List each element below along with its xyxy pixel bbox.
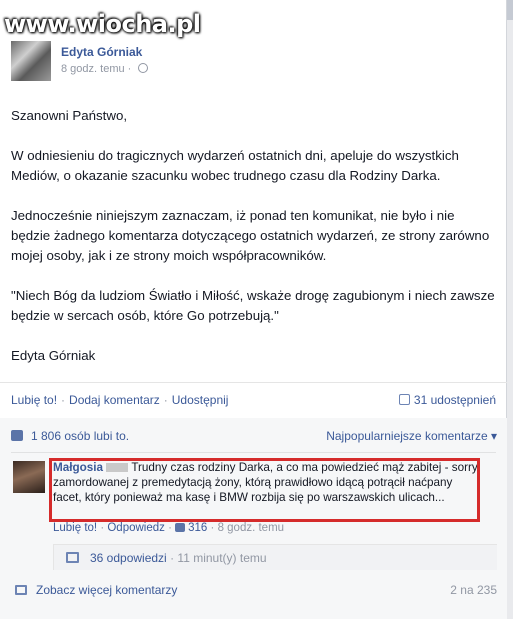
- thumbs-up-icon: [175, 523, 186, 532]
- post-body: Szanowni Państwo, W odniesieniu do tragi…: [11, 106, 496, 386]
- comments-section: 1 806 osób lubi to. Najpopularniejsze ko…: [0, 418, 507, 619]
- thumbs-up-icon: [11, 430, 23, 441]
- action-separator: ·: [163, 393, 168, 407]
- replies-time: 11 minut(y) temu: [177, 551, 267, 565]
- view-more-label: Zobacz więcej komentarzy: [36, 583, 178, 597]
- shares-count-label: 31 udostępnień: [413, 393, 496, 407]
- reply-icon: [66, 552, 79, 563]
- comments-count: 2 na 235: [450, 583, 497, 597]
- comment-like-link[interactable]: Lubię to!: [53, 522, 97, 534]
- post-paragraph: "Niech Bóg da ludziom Światło i Miłość, …: [11, 288, 495, 323]
- share-link[interactable]: Udostępnij: [172, 393, 229, 407]
- meta-separator: ·: [127, 63, 135, 75]
- watermark-logo: www.wiocha.pl: [4, 10, 201, 38]
- globe-icon[interactable]: [138, 63, 149, 73]
- post-paragraph: Jednocześnie niniejszym zaznaczam, iż po…: [11, 208, 490, 263]
- post-card: Edyta Górniak 8 godz. temu · Szanowni Pa…: [0, 0, 507, 619]
- replies-count: 36 odpowiedzi: [90, 551, 167, 565]
- commenter-avatar[interactable]: [13, 461, 45, 493]
- comment-time[interactable]: 8 godz. temu: [218, 522, 284, 534]
- post-signature: Edyta Górniak: [11, 348, 96, 363]
- author-avatar[interactable]: [11, 41, 51, 81]
- meta-separator: ·: [210, 522, 218, 534]
- shares-count[interactable]: 31 udostępnień: [398, 393, 496, 407]
- comment-meta: Lubię to! · Odpowiedz · 316 · 8 godz. te…: [53, 522, 284, 534]
- post-paragraph: W odniesieniu do tragicznych wydarzeń os…: [11, 148, 459, 183]
- post-actions: Lubię to! · Dodaj komentarz · Udostępnij: [11, 393, 228, 407]
- likes-text: 1 806 osób lubi to.: [31, 429, 130, 443]
- comment-likes[interactable]: 316: [175, 522, 207, 534]
- share-icon: [398, 394, 410, 405]
- comment-link[interactable]: Dodaj komentarz: [69, 393, 160, 407]
- replies-toggle[interactable]: 36 odpowiedzi · 11 minut(y) temu: [53, 544, 497, 570]
- likes-summary[interactable]: 1 806 osób lubi to.: [11, 429, 129, 443]
- like-link[interactable]: Lubię to!: [11, 393, 57, 407]
- post-paragraph: Szanowni Państwo,: [11, 108, 128, 123]
- scrollbar-track[interactable]: [507, 0, 513, 619]
- comment-sort-dropdown[interactable]: Najpopularniejsze komentarze ▾: [326, 429, 497, 443]
- comment-likes-count: 316: [188, 522, 208, 534]
- post-timestamp[interactable]: 8 godz. temu: [61, 63, 125, 75]
- divider: [0, 382, 507, 383]
- action-separator: ·: [61, 393, 66, 407]
- meta-separator: ·: [166, 551, 178, 565]
- post-meta: 8 godz. temu ·: [61, 63, 149, 75]
- highlight-box: [49, 458, 480, 522]
- scrollbar-thumb[interactable]: [507, 0, 513, 20]
- comment-icon: [15, 585, 27, 595]
- divider: [11, 452, 496, 453]
- author-name[interactable]: Edyta Górniak: [61, 45, 142, 59]
- replies-summary: 36 odpowiedzi · 11 minut(y) temu: [90, 551, 267, 565]
- view-more-comments[interactable]: Zobacz więcej komentarzy: [15, 583, 177, 597]
- comment-reply-link[interactable]: Odpowiedz: [107, 522, 165, 534]
